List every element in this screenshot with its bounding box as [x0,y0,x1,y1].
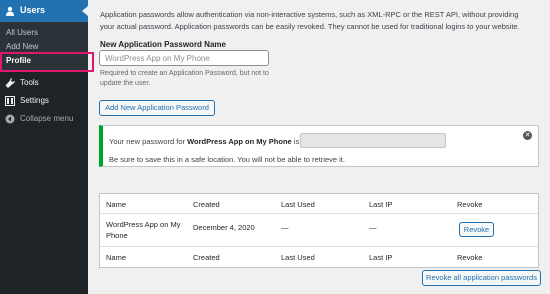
collapse-menu-button[interactable]: Collapse menu [0,110,88,128]
last-ip-cell: — [369,223,377,232]
sidebar-item-users[interactable]: Users [0,0,88,22]
collapse-menu-label: Collapse menu [20,114,74,123]
last-used-cell: — [281,223,289,232]
new-password-name-input[interactable] [99,50,269,66]
main-content: Application passwords allow authenticati… [88,0,550,294]
column-footer-created: Created [193,253,220,262]
submenu-all-users[interactable]: All Users [6,28,38,37]
notice-warning: Be sure to save this in a safe location.… [109,155,345,164]
submenu-add-new[interactable]: Add New [6,42,38,51]
generated-password-field[interactable] [300,133,446,148]
column-header-revoke: Revoke [457,200,483,209]
settings-icon [5,96,15,106]
sidebar-item-settings-label: Settings [20,96,49,105]
table-row: WordPress App on My Phone December 4, 20… [100,214,538,247]
wrench-icon [5,78,15,88]
table-footer-row: Name Created Last Used Last IP Revoke [100,247,538,267]
sidebar-item-users-label: Users [20,5,46,15]
profile-highlight-box [0,52,94,72]
intro-text: Application passwords allow authenticati… [100,10,520,31]
new-password-hint: Required to create an Application Passwo… [100,70,269,87]
new-password-name-label: New Application Password Name [100,40,226,49]
column-footer-name: Name [106,253,127,262]
sidebar-item-tools[interactable]: Tools [0,74,88,92]
column-header-last-used: Last Used [281,200,315,209]
collapse-icon [5,114,15,124]
column-header-last-ip: Last IP [369,200,393,209]
new-password-notice: Your new password for WordPress App on M… [99,125,539,167]
notice-message: Your new password for WordPress App on M… [109,137,301,146]
add-new-application-password-button[interactable]: Add New Application Password [99,100,215,116]
created-cell: December 4, 2020 [193,223,255,232]
app-name-cell: WordPress App on My Phone [106,220,181,240]
notice-prefix: Your new password for [109,137,188,146]
admin-sidebar: Users All Users Add New Profile Tools Se… [0,0,88,294]
column-footer-last-used: Last Used [281,253,315,262]
sidebar-item-settings[interactable]: Settings [0,92,88,110]
column-footer-last-ip: Last IP [369,253,393,262]
table-header-row: Name Created Last Used Last IP Revoke [100,194,538,214]
application-passwords-table: Name Created Last Used Last IP Revoke Wo… [99,193,539,268]
column-header-created: Created [193,200,220,209]
revoke-all-button[interactable]: Revoke all application passwords [422,270,541,286]
users-icon [6,6,14,16]
revoke-button[interactable]: Revoke [459,222,494,237]
sidebar-item-tools-label: Tools [20,78,39,87]
column-footer-revoke: Revoke [457,253,483,262]
dismiss-icon[interactable]: ✕ [523,131,532,140]
notice-app-name: WordPress App on My Phone [187,137,292,146]
column-header-name: Name [106,200,127,209]
